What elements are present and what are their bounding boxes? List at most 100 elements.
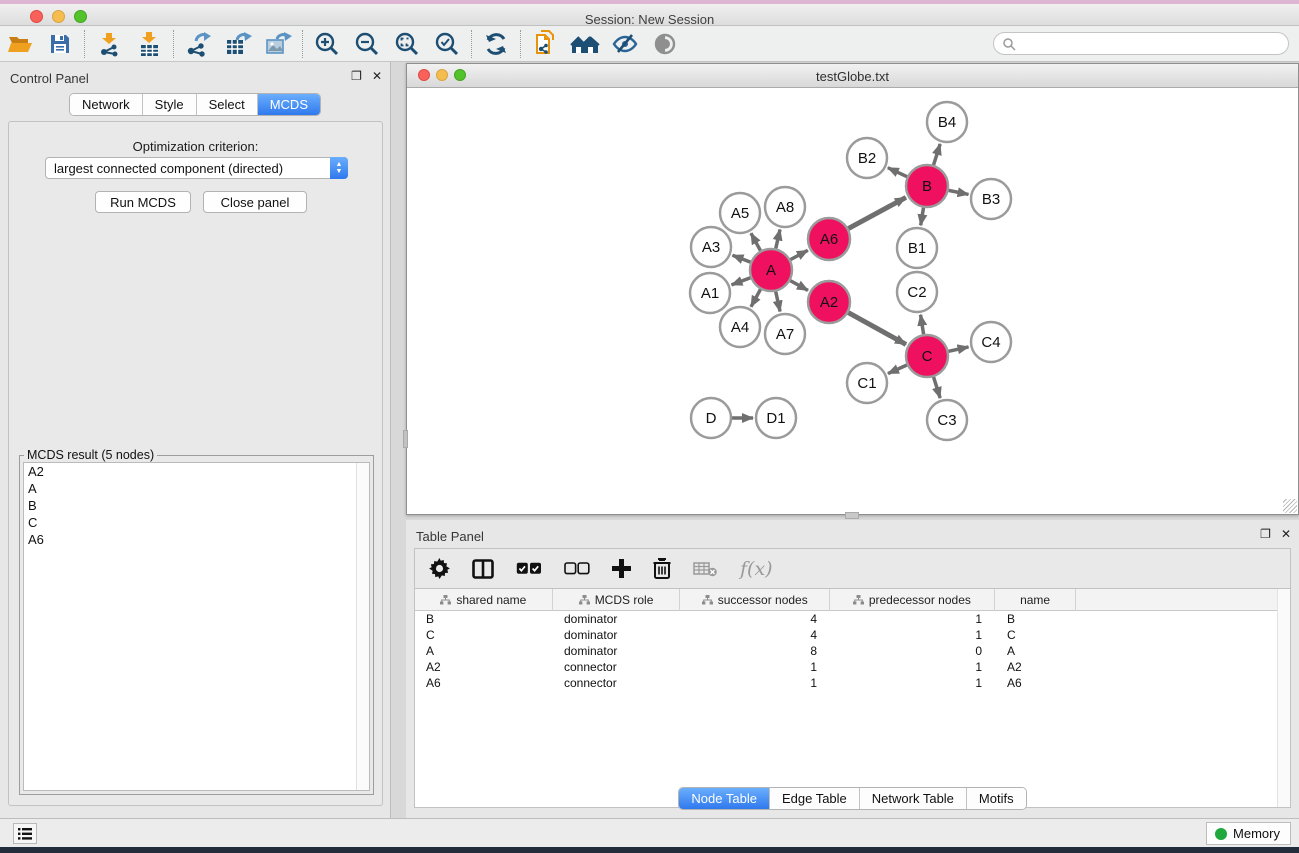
zoom-out-icon[interactable]	[347, 28, 387, 60]
delete-table-icon[interactable]	[693, 561, 718, 577]
close-panel-icon[interactable]: ✕	[372, 70, 382, 82]
cell-MCDS-role[interactable]: dominator	[553, 627, 681, 643]
memory-button[interactable]: Memory	[1206, 822, 1291, 845]
mcds-result-item[interactable]: C	[24, 514, 369, 531]
graph-edge-B-B2[interactable]	[888, 168, 907, 177]
graph-edge-A-A8[interactable]	[776, 229, 780, 248]
cell-predecessor-nodes[interactable]: 1	[831, 659, 996, 675]
mcds-result-item[interactable]: B	[24, 497, 369, 514]
graph-node-D[interactable]: D	[691, 398, 731, 438]
mcds-result-item[interactable]: A	[24, 480, 369, 497]
column-header-shared-name[interactable]: shared name	[415, 589, 553, 611]
graph-edge-C-C2[interactable]	[921, 315, 924, 335]
graph-node-A[interactable]: A	[750, 249, 792, 291]
graph-edge-C-C4[interactable]	[948, 347, 968, 351]
tab-motifs[interactable]: Motifs	[967, 788, 1026, 809]
column-header-predecessor-nodes[interactable]: predecessor nodes	[830, 589, 995, 611]
graph-edge-A-A1[interactable]	[732, 278, 751, 285]
float-panel-icon[interactable]: ❐	[351, 70, 362, 82]
column-header-name[interactable]: name	[995, 589, 1077, 611]
graph-node-A1[interactable]: A1	[690, 273, 730, 313]
run-mcds-button[interactable]: Run MCDS	[95, 191, 191, 213]
cell-MCDS-role[interactable]: connector	[553, 659, 681, 675]
tab-mcds[interactable]: MCDS	[258, 94, 320, 115]
graph-node-A3[interactable]: A3	[691, 227, 731, 267]
graph-node-A4[interactable]: A4	[720, 307, 760, 347]
import-table-icon[interactable]	[129, 28, 169, 60]
cell-shared-name[interactable]: A	[415, 643, 553, 659]
graph-edge-B-B4[interactable]	[934, 144, 941, 165]
graph-node-D1[interactable]: D1	[756, 398, 796, 438]
splitter-handle-horizontal[interactable]	[845, 512, 859, 519]
close-panel-button[interactable]: Close panel	[203, 191, 307, 213]
splitter-handle-vertical[interactable]	[403, 430, 408, 448]
graph-node-C3[interactable]: C3	[927, 400, 967, 440]
cell-predecessor-nodes[interactable]: 1	[831, 675, 996, 691]
tab-network-table[interactable]: Network Table	[860, 788, 967, 809]
graph-node-A6[interactable]: A6	[808, 218, 850, 260]
export-network-icon[interactable]	[178, 28, 218, 60]
zoom-fit-icon[interactable]	[387, 28, 427, 60]
refresh-layout-icon[interactable]	[476, 28, 516, 60]
tab-network[interactable]: Network	[70, 94, 143, 115]
zoom-selected-icon[interactable]	[427, 28, 467, 60]
cell-MCDS-role[interactable]: dominator	[553, 643, 681, 659]
cell-MCDS-role[interactable]: dominator	[553, 611, 681, 627]
table-options-gear-icon[interactable]	[429, 558, 450, 579]
graph-node-C4[interactable]: C4	[971, 322, 1011, 362]
show-graphics-icon[interactable]	[645, 28, 685, 60]
unselect-all-columns-icon[interactable]	[564, 562, 590, 575]
graph-edge-B-B1[interactable]	[921, 208, 924, 226]
cell-successor-nodes[interactable]: 1	[681, 659, 831, 675]
mcds-result-item[interactable]: A6	[24, 531, 369, 548]
zoom-in-icon[interactable]	[307, 28, 347, 60]
function-builder-icon[interactable]: f(x)	[740, 558, 773, 580]
cell-shared-name[interactable]: A6	[415, 675, 553, 691]
table-row-A2[interactable]: A2connector11A2	[415, 659, 1277, 675]
graph-edge-B-B3[interactable]	[949, 190, 969, 194]
graph-node-C[interactable]: C	[906, 335, 948, 377]
cell-successor-nodes[interactable]: 4	[681, 627, 831, 643]
graph-node-C1[interactable]: C1	[847, 363, 887, 403]
search-input[interactable]	[1016, 37, 1266, 51]
cell-name[interactable]: A2	[996, 659, 1078, 675]
graph-edge-C-C3[interactable]	[934, 377, 941, 398]
network-from-file-icon[interactable]	[525, 28, 565, 60]
graph-node-B2[interactable]: B2	[847, 138, 887, 178]
graph-edge-A-A3[interactable]	[732, 255, 750, 262]
graph-node-C2[interactable]: C2	[897, 272, 937, 312]
tab-style[interactable]: Style	[143, 94, 197, 115]
graph-node-B1[interactable]: B1	[897, 228, 937, 268]
graph-node-A7[interactable]: A7	[765, 314, 805, 354]
create-column-icon[interactable]	[612, 559, 631, 578]
column-header-MCDS-role[interactable]: MCDS role	[553, 589, 681, 611]
criterion-dropdown[interactable]: largest connected component (directed) ▲…	[45, 157, 348, 179]
save-session-icon[interactable]	[40, 28, 80, 60]
window-resize-grip[interactable]	[1283, 499, 1297, 513]
cell-name[interactable]: C	[996, 627, 1078, 643]
graph-edge-C-C1[interactable]	[888, 365, 907, 374]
graph-edge-A-A7[interactable]	[776, 291, 780, 311]
task-history-button[interactable]	[13, 823, 37, 844]
cell-name[interactable]: A	[996, 643, 1078, 659]
cell-predecessor-nodes[interactable]: 1	[831, 627, 996, 643]
cell-shared-name[interactable]: C	[415, 627, 553, 643]
graph-node-A8[interactable]: A8	[765, 187, 805, 227]
graph-edge-A-A2[interactable]	[790, 281, 808, 291]
mcds-result-item[interactable]: A2	[24, 463, 369, 480]
cell-MCDS-role[interactable]: connector	[553, 675, 681, 691]
graph-edge-A6-B[interactable]	[848, 197, 906, 228]
close-panel-icon[interactable]: ✕	[1281, 528, 1291, 540]
delete-column-icon[interactable]	[653, 558, 671, 579]
float-panel-icon[interactable]: ❐	[1260, 528, 1271, 540]
cell-name[interactable]: A6	[996, 675, 1078, 691]
tab-select[interactable]: Select	[197, 94, 258, 115]
cell-predecessor-nodes[interactable]: 0	[831, 643, 996, 659]
graph-edge-A-A4[interactable]	[751, 289, 761, 306]
cell-shared-name[interactable]: A2	[415, 659, 553, 675]
table-row-C[interactable]: Cdominator41C	[415, 627, 1277, 643]
mcds-result-list[interactable]: A2ABCA6	[23, 462, 370, 791]
graph-edge-A-A5[interactable]	[751, 233, 761, 250]
search-field[interactable]	[993, 32, 1289, 55]
table-row-A6[interactable]: A6connector11A6	[415, 675, 1277, 691]
